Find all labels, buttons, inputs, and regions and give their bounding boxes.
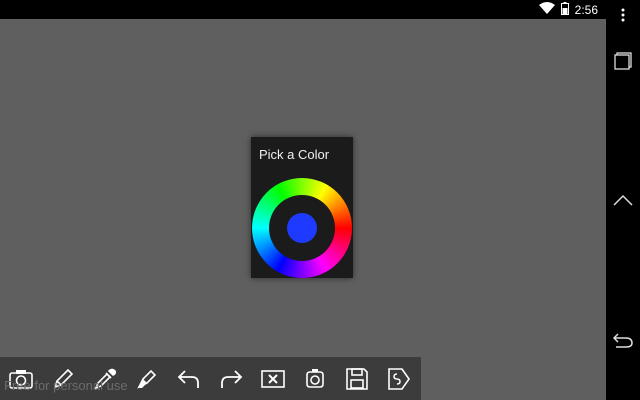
save-icon[interactable]: [336, 357, 378, 400]
status-bar: 2:56: [0, 0, 606, 19]
status-icons: 2:56: [538, 0, 598, 19]
clear-canvas-icon[interactable]: [252, 357, 294, 400]
wifi-icon: [538, 1, 555, 18]
send-icon[interactable]: [378, 357, 420, 400]
recent-apps-icon[interactable]: [606, 41, 640, 81]
back-icon[interactable]: [606, 320, 640, 360]
clock: 2:56: [574, 2, 598, 17]
marker-icon[interactable]: [126, 357, 168, 400]
undo-icon[interactable]: [168, 357, 210, 400]
color-wheel[interactable]: [252, 178, 352, 278]
color-picker-dialog: Pick a Color: [251, 137, 353, 278]
home-icon[interactable]: [606, 180, 640, 220]
redo-icon[interactable]: [210, 357, 252, 400]
rotate-camera-icon[interactable]: [294, 357, 336, 400]
navigation-bar: [606, 0, 640, 400]
watermark-text: Free for personal use: [4, 378, 128, 393]
battery-icon: [560, 1, 569, 18]
selected-color-swatch[interactable]: [287, 213, 317, 243]
dialog-title: Pick a Color: [259, 147, 330, 162]
overflow-menu-icon[interactable]: [606, 0, 640, 35]
color-wheel-center: [269, 195, 335, 261]
